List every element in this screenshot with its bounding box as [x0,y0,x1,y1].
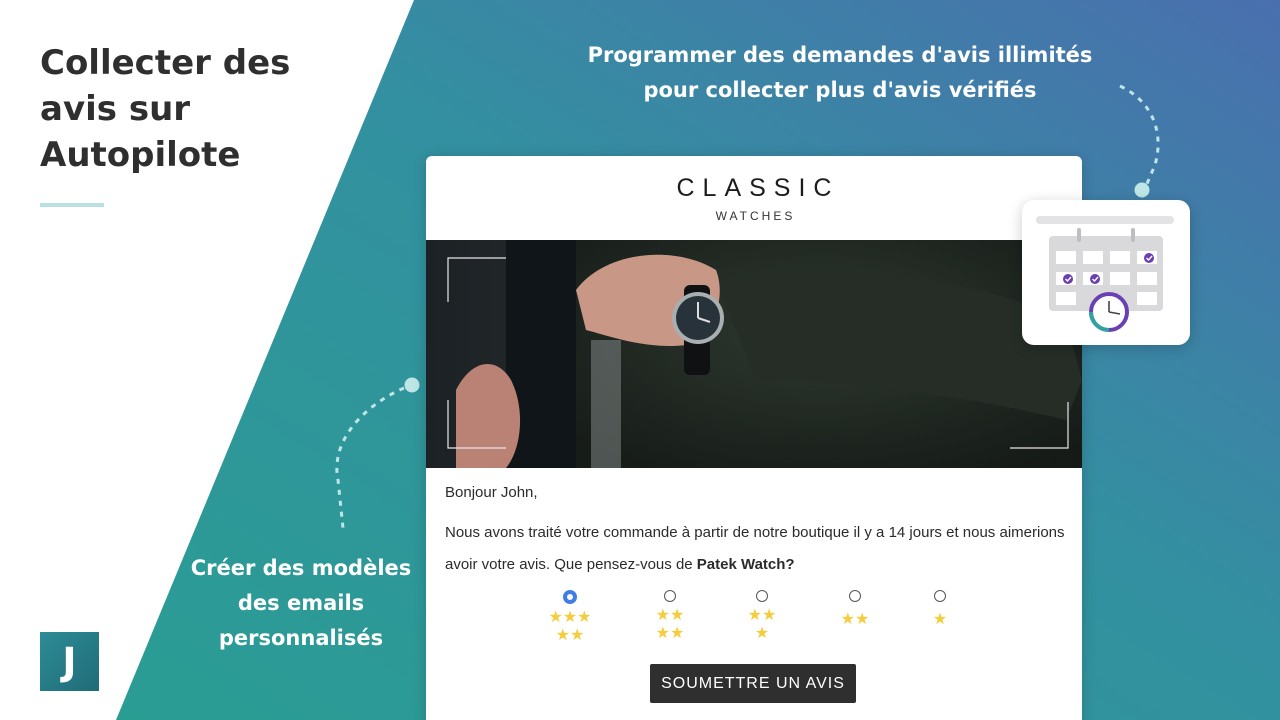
logo-letter: J [62,639,77,684]
hero-title: Collecter des avis sur Autopilote [40,40,340,178]
brand-logo: J [40,632,99,691]
email-greeting: Bonjour John, [445,484,538,501]
rating-options: ★★★ ★★ ★★ ★★ ★★ ★ ★★ ★ [526,590,966,650]
brand-subtitle: WATCHES [715,209,796,223]
watch-photo [426,240,1082,468]
calendar-icon [1036,216,1174,332]
left-caption: Créer des modèles des emails personnalis… [180,551,422,656]
star-icon: ★ [754,623,770,642]
top-caption-line: Programmer des demandes d'avis illimités [587,43,1093,67]
submit-review-button[interactable]: SOUMETTRE UN AVIS [650,664,856,703]
title-underline [40,203,104,207]
star-icon: ★★★ [548,607,592,626]
star-icon: ★★ [747,605,777,624]
radio-icon[interactable] [934,590,946,602]
rating-option-5[interactable]: ★★★ ★★ [540,590,600,644]
hero-title-line: Collecter des [40,43,291,83]
email-body: Nous avons traité votre commande à parti… [445,517,1065,581]
left-caption-line: des emails [237,591,365,615]
calendar-card [1022,200,1190,345]
hero-title-line: Autopilote [40,135,241,175]
star-icon: ★★ [555,625,585,644]
rating-option-2[interactable]: ★★ [825,590,885,628]
hero-title-line: avis sur [40,89,191,129]
rating-option-4[interactable]: ★★ ★★ [640,590,700,642]
star-icon: ★★ [655,623,685,642]
rating-option-1[interactable]: ★ [910,590,970,628]
email-preview-card: CLASSIC WATCHES Bonjour John, Nous avons… [426,156,1082,720]
star-icon: ★★ [655,605,685,624]
rating-option-3[interactable]: ★★ ★ [732,590,792,642]
brand-name: CLASSIC [676,174,840,202]
radio-icon[interactable] [849,590,861,602]
radio-icon[interactable] [563,590,577,604]
email-brand: CLASSIC WATCHES [426,174,1082,223]
clock-icon [1089,292,1129,332]
star-icon: ★ [932,609,948,628]
radio-icon[interactable] [664,590,676,602]
left-caption-line: Créer des modèles [190,556,412,580]
top-caption-line: pour collecter plus d'avis vérifiés [643,78,1037,102]
product-name: Patek Watch? [696,556,795,573]
star-icon: ★★ [840,609,870,628]
top-caption: Programmer des demandes d'avis illimités… [560,38,1120,108]
radio-icon[interactable] [756,590,768,602]
left-caption-line: personnalisés [218,626,384,650]
